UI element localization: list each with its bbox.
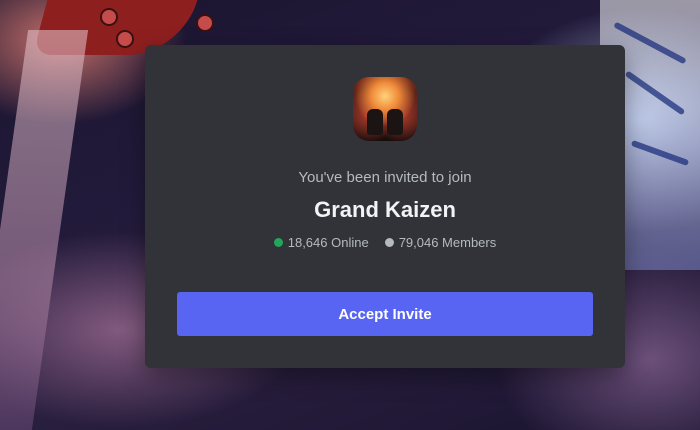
server-stats: 18,646 Online 79,046 Members [145,235,625,250]
background-artwork: You've been invited to join Grand Kaizen… [0,0,700,430]
members-stat: 79,046 Members [384,235,497,250]
invite-card: You've been invited to join Grand Kaizen… [145,45,625,368]
members-dot-icon [384,238,394,247]
server-name: Grand Kaizen [314,197,456,222]
online-count: 18,646 Online [287,235,369,250]
invite-subtitle: You've been invited to join [298,169,472,186]
member-count: 79,046 Members [398,235,497,250]
server-icon-figure [367,109,383,135]
background-button-detail [116,30,134,48]
online-dot-icon [273,238,283,247]
server-icon [353,77,417,141]
online-stat: 18,646 Online [273,235,369,250]
accept-invite-button[interactable]: Accept Invite [177,292,593,336]
background-button-detail [196,14,214,32]
background-light-strip [0,30,89,430]
server-icon-figure [387,109,403,135]
background-button-detail [100,8,118,26]
